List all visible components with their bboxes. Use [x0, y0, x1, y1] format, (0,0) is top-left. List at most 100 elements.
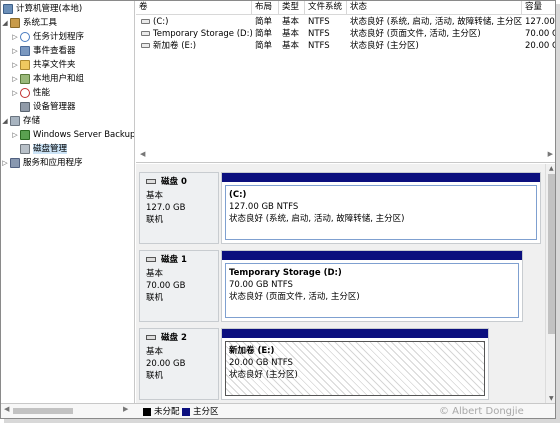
- tree-item-windows-backup[interactable]: ▷ Windows Server Backup: [11, 128, 135, 142]
- disk-state: 联机: [146, 215, 164, 225]
- volume-title: Temporary Storage (D:): [229, 268, 342, 278]
- column-header-type[interactable]: 类型: [279, 1, 305, 15]
- tree-item-label: 服务和应用程序: [23, 158, 83, 168]
- primary-partition-bar: [222, 251, 522, 260]
- expand-icon[interactable]: ▷: [11, 128, 19, 142]
- table-cell-capacity: 70.00 G: [525, 29, 556, 39]
- tree-item-label: 系统工具: [23, 18, 58, 28]
- horizontal-scrollbar[interactable]: ◀ ▶: [136, 149, 555, 162]
- tree-item-label: 存储: [23, 116, 41, 126]
- disk-size: 127.0 GB: [146, 203, 186, 213]
- tree-item-root[interactable]: 计算机管理(本地): [2, 2, 82, 16]
- folder-icon: [20, 60, 30, 70]
- collapse-icon[interactable]: ◢: [1, 16, 9, 30]
- performance-icon: [20, 88, 30, 98]
- volume-details[interactable]: (C:) 127.00 GB NTFS 状态良好 (系统, 启动, 活动, 故障…: [225, 185, 537, 240]
- expand-icon[interactable]: ▷: [11, 86, 19, 100]
- tree-item-disk-management[interactable]: 磁盘管理: [19, 142, 68, 156]
- event-viewer-icon: [20, 46, 30, 56]
- tree-item-services[interactable]: ▷ 服务和应用程序: [1, 156, 83, 170]
- collapse-icon[interactable]: ◢: [1, 114, 9, 128]
- backup-icon: [20, 130, 30, 140]
- watermark: © Albert Dongjie: [439, 406, 524, 417]
- table-row-volume[interactable]: (C:): [138, 16, 252, 28]
- volume-icon: [141, 19, 150, 24]
- disk-row: 磁盘 1 基本 70.00 GB 联机 Temporary Storage (D…: [139, 250, 541, 322]
- tree-item-task-scheduler[interactable]: ▷ 任务计划程序: [11, 30, 84, 44]
- tree-item-local-users[interactable]: ▷ 本地用户和组: [11, 72, 84, 86]
- volume-status: 状态良好 (页面文件, 活动, 主分区): [229, 292, 360, 302]
- volume-details[interactable]: Temporary Storage (D:) 70.00 GB NTFS 状态良…: [225, 263, 519, 318]
- disk-kind: 基本: [146, 347, 164, 357]
- disk-size: 20.00 GB: [146, 359, 186, 369]
- table-cell-capacity: 127.00: [525, 17, 555, 27]
- volume-size: 70.00 GB NTFS: [229, 280, 293, 290]
- volume-status: 状态良好 (系统, 启动, 活动, 故障转储, 主分区): [229, 214, 405, 224]
- tree-horizontal-scrollbar[interactable]: ◀ ▶: [1, 404, 135, 418]
- window-shadow: [556, 4, 560, 423]
- tree-item-label: 事件查看器: [33, 46, 76, 56]
- table-row-volume[interactable]: Temporary Storage (D:): [138, 28, 252, 40]
- table-cell-status: 状态良好 (页面文件, 活动, 主分区): [350, 29, 481, 39]
- scrollbar-thumb[interactable]: [13, 408, 73, 414]
- volume-details[interactable]: 新加卷 (E:) 20.00 GB NTFS 状态良好 (主分区): [225, 341, 485, 396]
- device-manager-icon: [20, 102, 30, 112]
- volume-partition[interactable]: (C:) 127.00 GB NTFS 状态良好 (系统, 启动, 活动, 故障…: [221, 172, 541, 244]
- expand-icon[interactable]: ▷: [11, 58, 19, 72]
- expand-icon[interactable]: ▷: [11, 30, 19, 44]
- disk-kind: 基本: [146, 269, 164, 279]
- services-icon: [10, 158, 20, 168]
- scroll-left-icon[interactable]: ◀: [140, 150, 145, 158]
- disk-info[interactable]: 磁盘 0 基本 127.0 GB 联机: [139, 172, 219, 244]
- primary-swatch: [182, 408, 190, 416]
- disk-name: 磁盘 1: [161, 255, 187, 265]
- clock-icon: [20, 32, 30, 42]
- column-header-layout[interactable]: 布局: [252, 1, 279, 15]
- table-cell-status: 状态良好 (系统, 启动, 活动, 故障转储, 主分区): [350, 17, 522, 27]
- tree-item-label: 本地用户和组: [33, 74, 85, 84]
- volume-partition[interactable]: Temporary Storage (D:) 70.00 GB NTFS 状态良…: [221, 250, 523, 322]
- disk-state: 联机: [146, 371, 164, 381]
- tools-icon: [10, 18, 20, 28]
- scroll-down-icon[interactable]: ▼: [549, 395, 554, 402]
- primary-partition-bar: [222, 329, 488, 338]
- scroll-up-icon[interactable]: ▲: [549, 165, 554, 172]
- table-cell-layout: 简单: [255, 17, 273, 27]
- scrollbar-thumb[interactable]: [548, 174, 555, 334]
- volume-size: 127.00 GB NTFS: [229, 202, 299, 212]
- column-header-volume[interactable]: 卷: [136, 1, 252, 15]
- tree-item-storage[interactable]: ◢ 存储: [1, 114, 40, 128]
- expand-icon[interactable]: ▷: [11, 44, 19, 58]
- scroll-left-icon[interactable]: ◀: [4, 405, 9, 413]
- volume-list: 卷 布局 类型 文件系统 状态 容量 (C:) 简单 基本 NTFS 状态良好 …: [136, 1, 556, 163]
- column-header-status[interactable]: 状态: [347, 1, 522, 15]
- tree-item-shared-folders[interactable]: ▷ 共享文件夹: [11, 58, 76, 72]
- disk-icon: [146, 257, 156, 262]
- scroll-right-icon[interactable]: ▶: [123, 405, 128, 413]
- volume-size: 20.00 GB NTFS: [229, 358, 293, 368]
- tree-item-system-tools[interactable]: ◢ 系统工具: [1, 16, 57, 30]
- disk-row: 磁盘 0 基本 127.0 GB 联机 (C:) 127.00 GB NTFS …: [139, 172, 541, 244]
- tree-item-device-manager[interactable]: 设备管理器: [19, 100, 76, 114]
- table-row-volume[interactable]: 新加卷 (E:): [138, 40, 252, 52]
- tree-item-performance[interactable]: ▷ 性能: [11, 86, 50, 100]
- disk-info[interactable]: 磁盘 1 基本 70.00 GB 联机: [139, 250, 219, 322]
- expand-icon[interactable]: ▷: [1, 156, 9, 170]
- table-cell-filesystem: NTFS: [308, 41, 330, 51]
- storage-icon: [10, 116, 20, 126]
- table-cell-type: 基本: [282, 29, 300, 39]
- tree-item-event-viewer[interactable]: ▷ 事件查看器: [11, 44, 76, 58]
- tree-item-label: Windows Server Backup: [33, 130, 135, 140]
- disk-management-icon: [20, 144, 30, 154]
- disk-info[interactable]: 磁盘 2 基本 20.00 GB 联机: [139, 328, 219, 400]
- expand-icon[interactable]: ▷: [11, 72, 19, 86]
- column-header-capacity[interactable]: 容量: [522, 1, 555, 15]
- table-cell-layout: 简单: [255, 29, 273, 39]
- scroll-right-icon[interactable]: ▶: [548, 150, 553, 158]
- window-shadow: [4, 419, 560, 423]
- column-header-filesystem[interactable]: 文件系统: [305, 1, 347, 15]
- primary-partition-bar: [222, 173, 540, 182]
- vertical-scrollbar[interactable]: ▲ ▼: [545, 164, 555, 403]
- disk-name: 磁盘 2: [161, 333, 187, 343]
- volume-partition-selected[interactable]: 新加卷 (E:) 20.00 GB NTFS 状态良好 (主分区): [221, 328, 489, 400]
